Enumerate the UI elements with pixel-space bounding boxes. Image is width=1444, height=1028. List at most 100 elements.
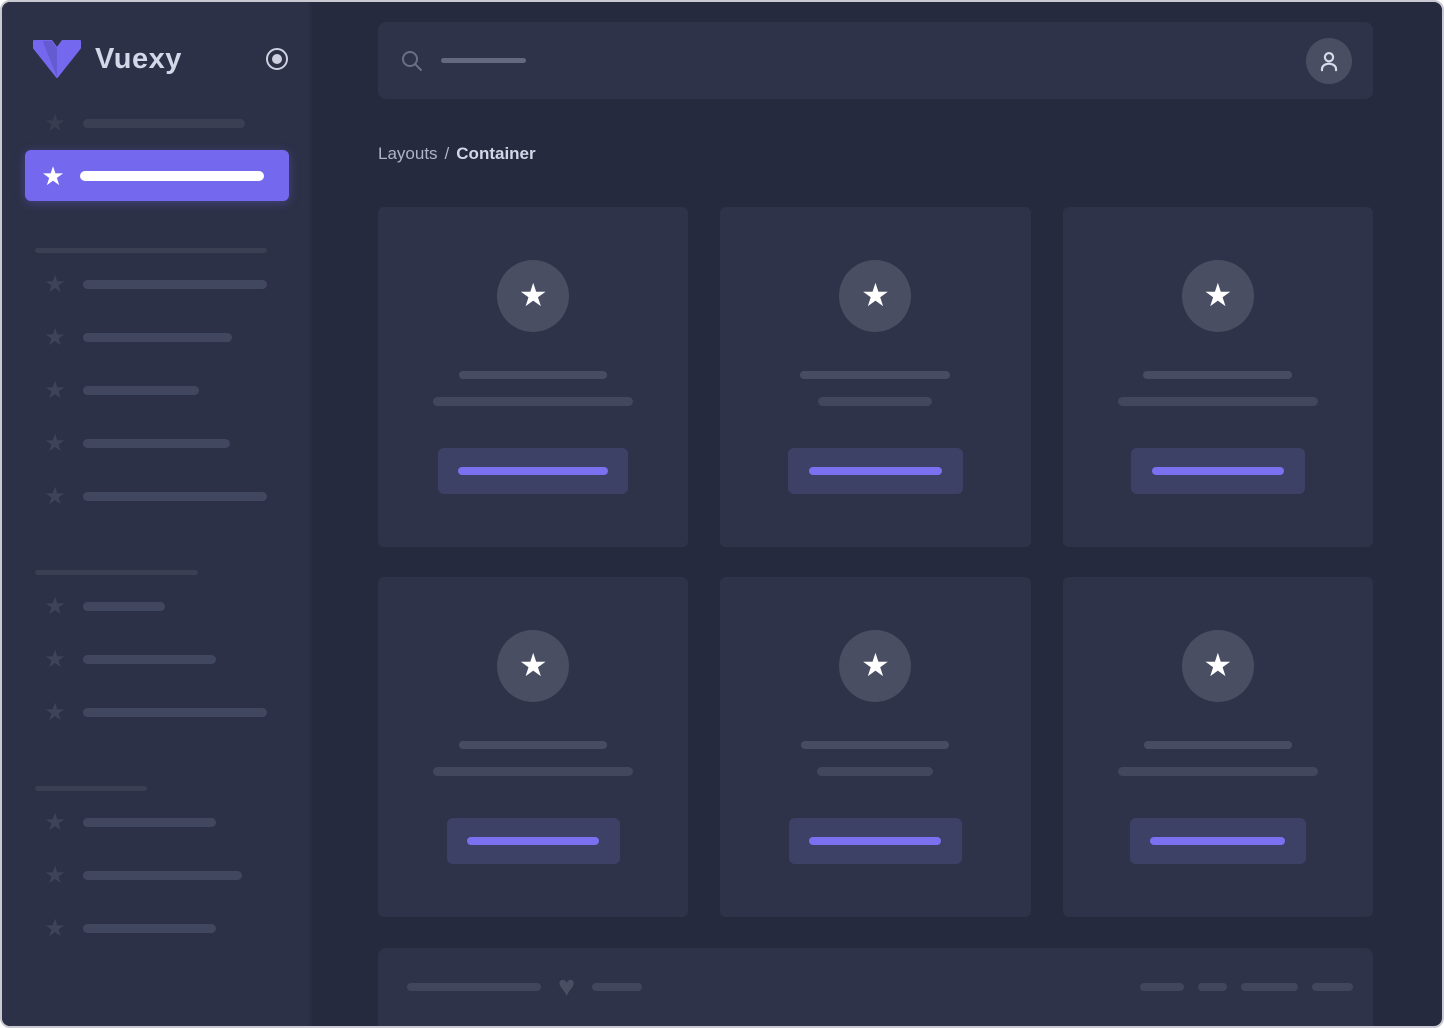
star-icon: ★ — [44, 376, 66, 404]
sidebar-menu-item[interactable]: ★ — [2, 686, 312, 739]
star-icon: ★ — [44, 698, 66, 726]
card-avatar: ★ — [1181, 260, 1254, 333]
menu-section-header-placeholder — [35, 570, 198, 575]
star-icon: ★ — [1203, 277, 1233, 314]
card-avatar: ★ — [1181, 630, 1254, 703]
card-action-button[interactable] — [1129, 818, 1306, 865]
breadcrumb-separator: / — [444, 144, 450, 163]
star-icon: ★ — [44, 645, 66, 673]
footer-placeholder-bar — [1198, 983, 1227, 992]
sidebar-menu-item[interactable]: ★ — [2, 633, 312, 686]
star-icon: ★ — [44, 109, 66, 137]
star-icon: ★ — [44, 861, 66, 889]
card-avatar: ★ — [839, 630, 912, 703]
app-logo[interactable]: Vuexy — [32, 40, 182, 78]
footer-placeholder-bar — [1140, 983, 1184, 992]
search-icon — [402, 50, 422, 71]
sidebar-menu-group: ★ ★ — [2, 97, 312, 201]
star-icon: ★ — [861, 277, 890, 314]
star-icon: ★ — [44, 592, 66, 620]
sidebar-header: Vuexy — [2, 2, 312, 82]
button-label-placeholder — [1150, 837, 1286, 846]
footer-placeholder-bar — [407, 983, 541, 992]
breadcrumb-current: Container — [456, 144, 536, 163]
content-card: ★ — [720, 207, 1031, 548]
user-avatar-button[interactable] — [1306, 37, 1352, 84]
menu-label-placeholder — [83, 280, 267, 289]
sidebar-menu-item[interactable]: ★ — [2, 580, 312, 633]
menu-section-header-placeholder — [35, 248, 267, 253]
card-subtitle-placeholder — [433, 767, 634, 777]
menu-label-placeholder — [83, 439, 230, 448]
sidebar-menu-item[interactable]: ★ — [2, 417, 312, 470]
star-icon: ★ — [44, 429, 66, 457]
card-subtitle-placeholder — [818, 397, 933, 407]
sidebar-menu-item[interactable]: ★ — [2, 796, 312, 849]
content-card: ★ — [1062, 207, 1373, 548]
menu-label-placeholder — [83, 818, 216, 827]
sidebar-menu-item[interactable]: ★ — [2, 470, 312, 523]
button-label-placeholder — [809, 837, 942, 846]
card-avatar: ★ — [839, 260, 912, 333]
star-icon: ★ — [44, 914, 66, 942]
card-title-placeholder — [459, 741, 608, 750]
card-title-placeholder — [801, 741, 950, 750]
card-action-button[interactable] — [1130, 448, 1305, 495]
star-icon: ★ — [44, 270, 66, 298]
footer-row: ♥ — [407, 972, 1353, 1002]
sidebar-menu-group: ★ ★ ★ — [2, 786, 312, 955]
main-content: Layouts / Container ★ ★ ★ ★ ★ ★ ♥ — [312, 2, 1442, 1026]
star-icon: ★ — [1203, 647, 1233, 684]
footer-left-group: ♥ — [407, 970, 643, 1003]
card-subtitle-placeholder — [817, 767, 934, 777]
menu-label-placeholder — [83, 333, 232, 342]
sidebar-pin-toggle-icon[interactable] — [266, 48, 288, 70]
footer-placeholder-bar — [592, 983, 643, 992]
card-action-button[interactable] — [438, 448, 629, 495]
menu-label-placeholder — [83, 871, 242, 880]
card-action-button[interactable] — [787, 448, 963, 495]
sidebar: Vuexy ★ ★ ★ ★ ★ ★ ★ ★ ★ ★ ★ ★ ★ — [2, 2, 312, 1026]
card-subtitle-placeholder — [433, 397, 634, 407]
star-icon: ★ — [518, 277, 548, 314]
footer-card: ♥ — [378, 948, 1373, 1026]
sidebar-menu-group: ★ ★ ★ ★ ★ — [2, 248, 312, 523]
sidebar-menu-item[interactable]: ★ — [2, 311, 312, 364]
button-label-placeholder — [808, 467, 942, 476]
breadcrumb-parent[interactable]: Layouts — [378, 144, 438, 163]
content-card: ★ — [1062, 577, 1373, 918]
card-action-button[interactable] — [446, 818, 620, 865]
footer-placeholder-bar — [1312, 983, 1353, 992]
sidebar-menu-item[interactable]: ★ — [2, 902, 312, 955]
star-icon: ★ — [44, 323, 66, 351]
star-icon: ★ — [861, 647, 890, 684]
card-subtitle-placeholder — [1117, 397, 1318, 407]
radio-dot-icon — [272, 54, 282, 64]
search-placeholder-bar — [441, 58, 526, 63]
card-avatar: ★ — [497, 260, 570, 333]
sidebar-menu-item[interactable]: ★ — [2, 364, 312, 417]
cards-grid: ★ ★ ★ ★ ★ ★ — [378, 207, 1373, 918]
sidebar-menu-item[interactable]: ★ — [2, 97, 312, 150]
sidebar-menu-item[interactable]: ★ — [2, 258, 312, 311]
app-logo-text: Vuexy — [95, 42, 182, 75]
card-avatar: ★ — [497, 630, 570, 703]
sidebar-menu-group: ★ ★ ★ — [2, 570, 312, 739]
card-subtitle-placeholder — [1117, 767, 1318, 777]
sidebar-menu-item[interactable]: ★ — [2, 849, 312, 902]
footer-placeholder-bar — [1241, 983, 1298, 992]
button-label-placeholder — [467, 837, 600, 846]
star-icon: ★ — [41, 160, 65, 191]
menu-label-placeholder — [83, 924, 216, 933]
heart-icon: ♥ — [558, 970, 576, 1003]
star-icon: ★ — [518, 647, 548, 684]
menu-label-placeholder — [83, 602, 165, 611]
card-action-button[interactable] — [788, 818, 962, 865]
button-label-placeholder — [1151, 467, 1284, 476]
sidebar-menu-item[interactable]: ★ — [25, 150, 289, 201]
button-label-placeholder — [458, 467, 609, 476]
menu-label-placeholder — [83, 386, 199, 395]
card-title-placeholder — [459, 371, 608, 380]
star-icon: ★ — [44, 482, 66, 510]
search-bar[interactable] — [378, 22, 1373, 99]
